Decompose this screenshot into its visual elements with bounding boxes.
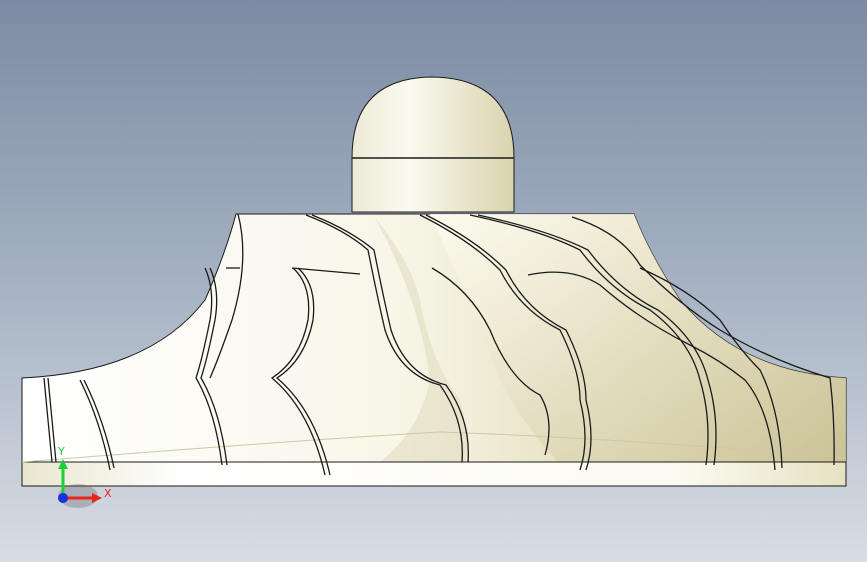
x-axis-label: X [104, 487, 112, 500]
3d-viewport[interactable]: X Y [0, 0, 867, 562]
z-axis-dot [58, 493, 68, 503]
y-axis-label: Y [57, 445, 65, 458]
axis-triad: X Y [57, 445, 112, 508]
